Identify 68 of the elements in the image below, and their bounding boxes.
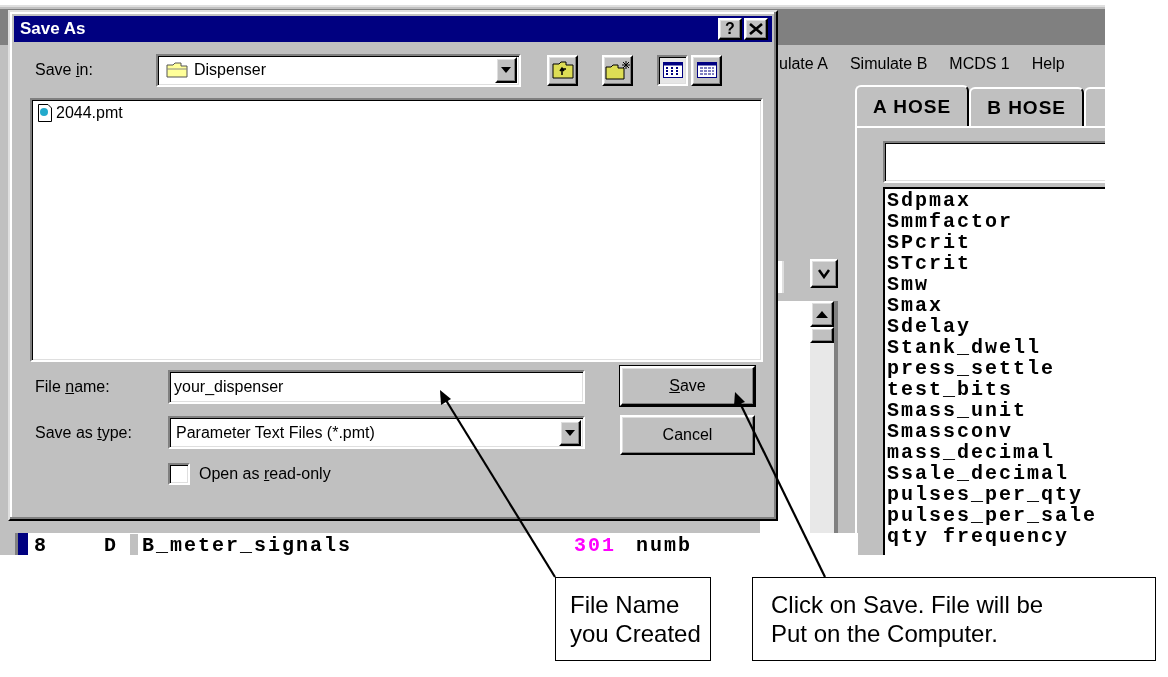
list-item[interactable]: Ssale_decimal [887, 463, 1105, 484]
menu-item[interactable]: ulate A [779, 55, 828, 73]
table-cell: numb [636, 533, 692, 555]
tab[interactable]: A HOSE [855, 85, 970, 126]
callout-text: File Name you Created [570, 590, 701, 648]
scroll-up-icon [816, 310, 828, 318]
menu-item[interactable]: MCDS 1 [949, 55, 1010, 73]
dropdown-arrow-icon [565, 429, 575, 436]
chevron-down-icon [818, 268, 830, 279]
table-cell-text: 8 [34, 533, 49, 555]
input-field[interactable] [883, 141, 1105, 183]
scroll-up-button[interactable] [810, 301, 834, 327]
new-folder-button[interactable] [602, 54, 633, 86]
list-item[interactable]: STcrit [887, 253, 1105, 274]
list-item[interactable]: Smw [887, 274, 1105, 295]
details-view-button[interactable] [691, 54, 722, 86]
list-item[interactable]: Stank_dwell [887, 337, 1105, 358]
checkbox-label: Open as read-only [199, 465, 331, 483]
table-cell-text: 301 [574, 533, 617, 555]
cancel-button[interactable]: Cancel [620, 415, 755, 455]
close-button[interactable] [744, 18, 768, 40]
list-view-icon [662, 62, 683, 78]
folder-name: Dispenser [194, 61, 268, 79]
list-item[interactable]: pulses_per_qty [887, 484, 1105, 505]
up-folder-icon [551, 61, 574, 79]
file-name: 2044.pmt [56, 104, 123, 122]
table-cell: D [104, 533, 118, 555]
list-item[interactable]: Smax [887, 295, 1105, 316]
up-folder-button[interactable] [547, 54, 578, 86]
list-item[interactable]: test_bits [887, 379, 1105, 400]
folder-dropdown[interactable]: Dispenser [156, 53, 521, 87]
field-label: Save as type: [35, 423, 133, 442]
field-label: File name: [35, 378, 111, 396]
folder-icon [166, 62, 188, 78]
dropdown-arrow-icon [501, 67, 511, 73]
list-item[interactable]: qty frequency [887, 526, 1105, 547]
list-item[interactable]: Smass_unit [887, 400, 1105, 421]
callout-text: Click on Save. File will be Put on the Computer. [771, 590, 1044, 648]
list-item[interactable]: Sdelay [887, 316, 1105, 337]
field-label: Save in: [35, 61, 94, 79]
file-type-dropdown[interactable]: Parameter Text Files (*.pmt) [168, 416, 585, 449]
list-item[interactable]: SPcrit [887, 232, 1105, 253]
dropdown-button[interactable] [810, 259, 838, 288]
tab[interactable]: B HOSE [969, 87, 1084, 126]
scroll-thumb[interactable] [810, 327, 834, 343]
file-type: Parameter Text Files (*.pmt) [176, 423, 376, 442]
menu-item[interactable]: Help [1031, 55, 1065, 73]
file-name-field[interactable]: your_dispenser [168, 370, 585, 404]
menu-item[interactable]: Simulate B [849, 55, 928, 73]
help-button[interactable]: ? [718, 18, 742, 40]
list-view-button[interactable] [657, 54, 688, 86]
window-title: Save As [20, 19, 86, 39]
checkbox[interactable] [168, 463, 190, 485]
list-item[interactable]: Smassconv [887, 421, 1105, 442]
scrollbar[interactable] [810, 301, 838, 533]
list-item[interactable]: press_settle [887, 358, 1105, 379]
save-button[interactable]: Save [620, 366, 755, 406]
details-view-icon [696, 62, 717, 78]
list-item[interactable]: Sdpmax [887, 190, 1105, 211]
close-icon [749, 23, 763, 35]
table-cell: B_meter_signals [130, 533, 574, 555]
file-icon [38, 104, 52, 122]
row-marker [18, 533, 28, 555]
list-item[interactable]: Smmfactor [887, 211, 1105, 232]
list-item[interactable]: mass_decimal [887, 442, 1105, 463]
new-folder-icon [604, 60, 631, 80]
list-item[interactable]: pulses_per_sale [887, 505, 1105, 526]
file-item[interactable]: 2044.pmt [38, 104, 123, 122]
